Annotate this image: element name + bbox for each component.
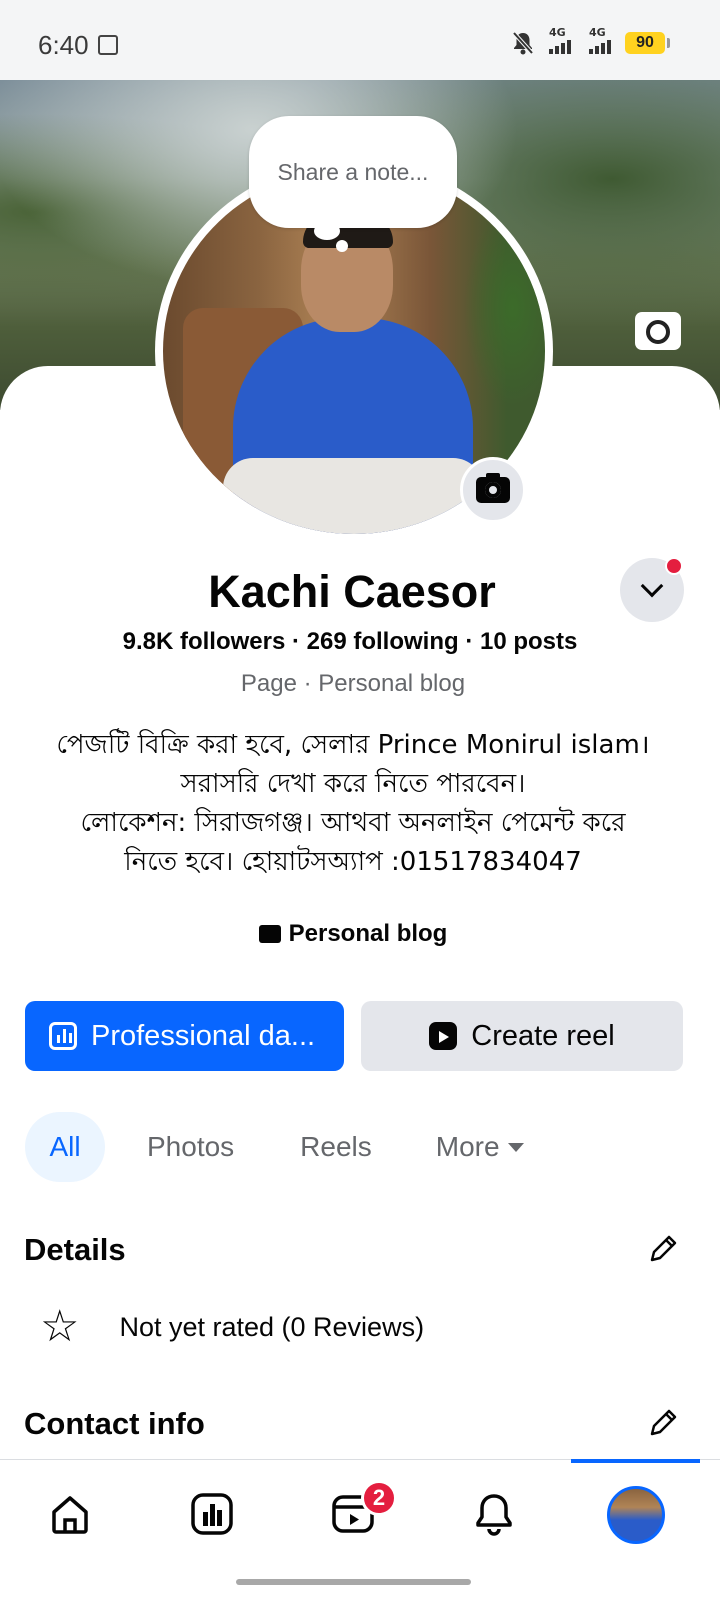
reel-icon	[429, 1022, 458, 1050]
profile-tabs: All Photos Reels More	[25, 1112, 546, 1182]
notifications-icon	[476, 1494, 512, 1536]
clapperboard-icon	[258, 925, 281, 943]
share-note-bubble[interactable]: Share a note...	[249, 116, 457, 228]
tab-more-label: More	[435, 1131, 500, 1162]
edit-contact-pencil-icon[interactable]	[646, 1406, 680, 1440]
create-reel-button[interactable]: Create reel	[361, 1001, 683, 1071]
insights-icon	[49, 1022, 77, 1050]
nav-notifications[interactable]	[466, 1486, 522, 1542]
active-tab-indicator	[571, 1459, 700, 1463]
avatar-legs	[223, 458, 483, 534]
contact-info-heading: Contact info	[24, 1406, 205, 1441]
status-bar: 6:40 4G 4G 90	[0, 0, 720, 80]
bio-line: পেজটি বিক্রি করা হবে, সেলার Prince Monir…	[56, 730, 650, 760]
rating-row[interactable]: ☆ Not yet rated (0 Reviews)	[40, 1305, 424, 1349]
tab-all[interactable]: All	[25, 1112, 105, 1182]
cover-camera-icon[interactable]	[635, 312, 681, 350]
avatar-plant	[463, 208, 545, 408]
avatar-camera-icon[interactable]	[460, 457, 526, 523]
tab-reels[interactable]: Reels	[278, 1112, 394, 1182]
category-tag[interactable]: Personal blog	[0, 920, 706, 948]
battery-icon: 90	[625, 32, 665, 54]
camera-icon	[476, 473, 510, 503]
battery-tip	[667, 38, 670, 48]
signal-icon-2: 4G	[585, 26, 615, 56]
bio-line: নিতে হবে। হোয়াটসঅ্যাপ :01517834047	[124, 847, 582, 877]
bio-line: লোকেশন: সিরাজগঞ্জ। আথবা অনলাইন পেমেন্ট ক…	[80, 808, 626, 838]
professional-dashboard-button[interactable]: Professional da...	[25, 1001, 344, 1071]
star-icon: ☆	[40, 1302, 80, 1351]
network-type-2: 4G	[589, 26, 606, 39]
chevron-down-icon	[640, 574, 664, 598]
screenshot-icon	[98, 35, 118, 55]
notification-dot	[665, 557, 683, 575]
network-type-1: 4G	[549, 26, 566, 39]
note-bubble-tail	[314, 222, 340, 240]
edit-details-pencil-icon[interactable]	[646, 1232, 680, 1266]
category-tag-label: Personal blog	[288, 920, 448, 947]
nav-profile-avatar[interactable]	[607, 1486, 665, 1544]
create-reel-label: Create reel	[471, 1019, 615, 1052]
tab-photos[interactable]: Photos	[125, 1112, 256, 1182]
gesture-home-bar[interactable]	[236, 1579, 471, 1585]
caret-down-icon	[507, 1142, 524, 1152]
video-notification-badge: 2	[361, 1480, 397, 1516]
nav-home[interactable]	[42, 1486, 98, 1542]
signal-icon: 4G	[545, 26, 575, 56]
home-icon	[52, 1496, 88, 1534]
tab-more[interactable]: More	[414, 1112, 546, 1182]
rating-text: Not yet rated (0 Reviews)	[119, 1311, 425, 1342]
profile-stats[interactable]: 9.8K followers · 269 following · 10 post…	[0, 628, 700, 656]
profile-bio: পেজটি বিক্রি করা হবে, সেলার Prince Monir…	[20, 726, 686, 882]
bio-line: সরাসরি দেখা করে নিতে পারবেন।	[180, 769, 526, 799]
profile-name: Kachi Caesor	[208, 566, 496, 617]
status-time: 6:40	[38, 30, 89, 60]
status-icons: 4G 4G 90	[511, 26, 670, 56]
bell-muted-icon	[512, 31, 534, 55]
dashboard-icon	[191, 1493, 233, 1535]
details-heading: Details	[24, 1232, 126, 1267]
nav-dashboard[interactable]	[184, 1486, 240, 1542]
profile-category: Page · Personal blog	[240, 670, 466, 697]
professional-dashboard-label: Professional da...	[91, 1019, 316, 1052]
note-bubble-tail-small	[336, 240, 348, 252]
